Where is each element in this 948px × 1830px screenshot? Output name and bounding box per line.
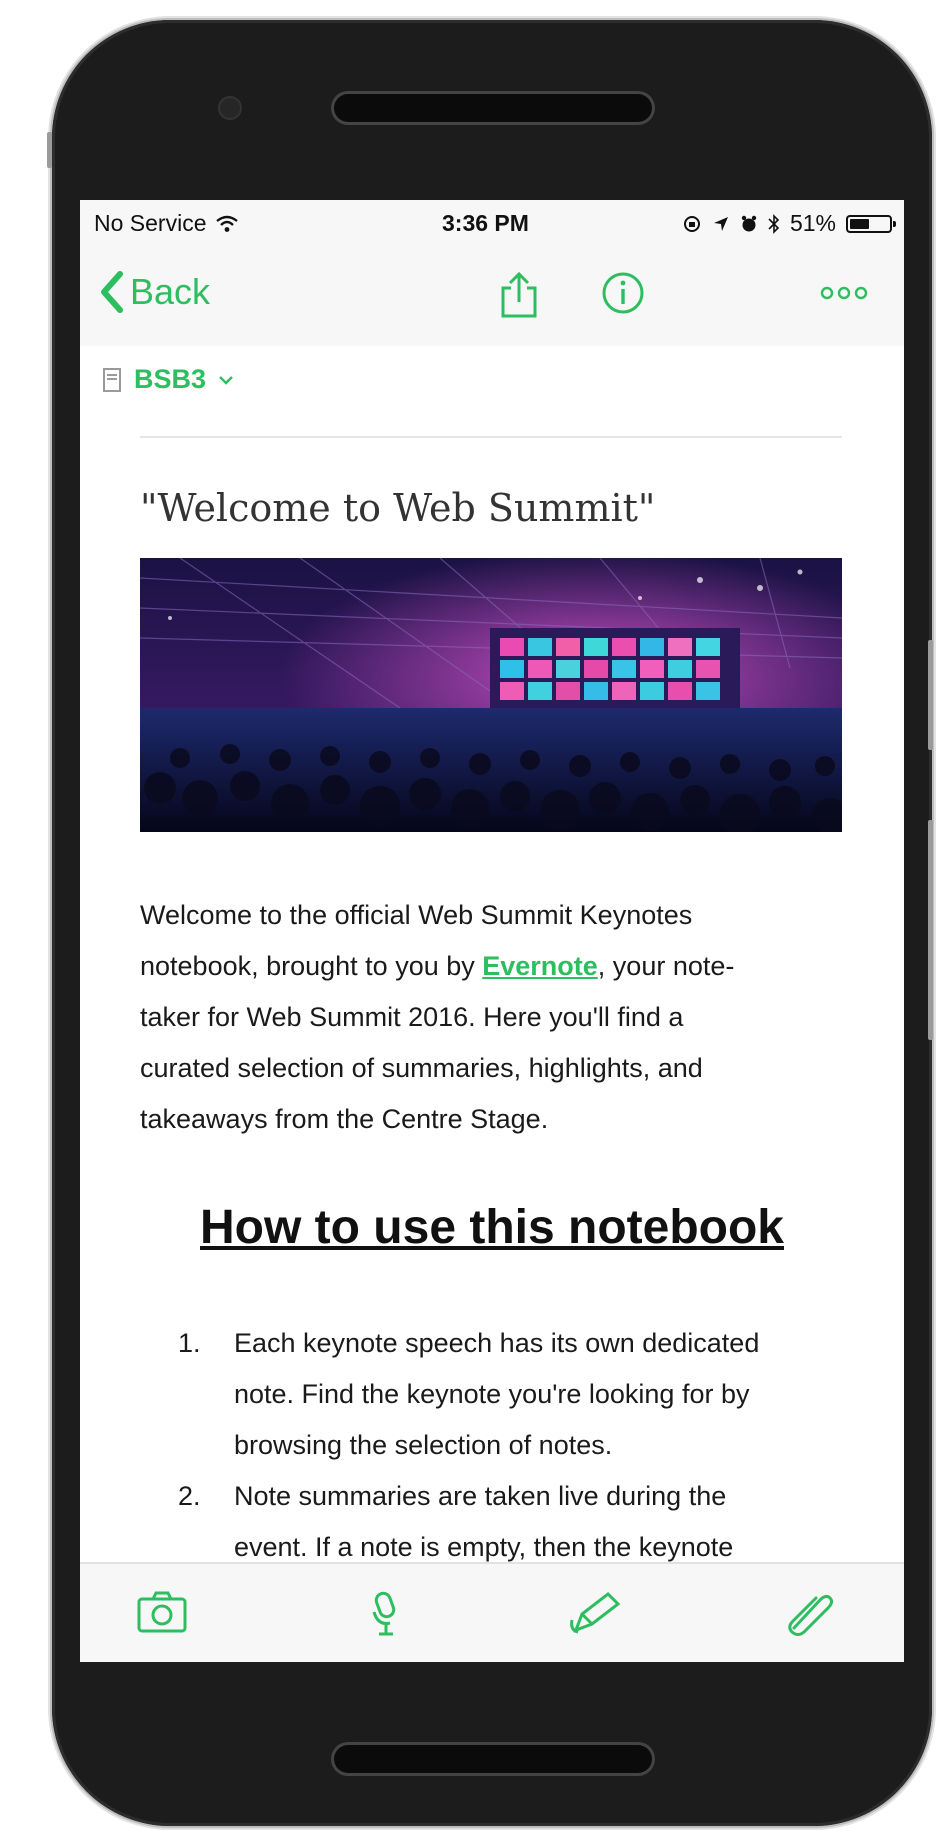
intro-text: , your note- [597, 951, 735, 981]
battery-icon [846, 214, 896, 233]
volume-up-button [928, 640, 933, 750]
intro-line: takeaways from the Centre Stage. [140, 1104, 549, 1134]
microphone-icon[interactable] [366, 1590, 406, 1638]
info-icon[interactable] [600, 270, 646, 316]
rotation-lock-icon [683, 215, 700, 232]
wifi-icon [216, 215, 239, 232]
camera-icon[interactable] [136, 1590, 188, 1634]
intro-line: Welcome to the official Web Summit Keyno… [140, 900, 693, 930]
instructions-list: 1. Each keynote speech has its own dedic… [178, 1318, 838, 1573]
back-button[interactable]: Back [98, 270, 210, 314]
chevron-left-icon [101, 271, 123, 313]
intro-paragraph: Welcome to the official Web Summit Keyno… [140, 890, 840, 1145]
mute-switch [47, 132, 52, 168]
carrier-label: No Service [94, 210, 207, 236]
list-line: browsing the selection of notes. [234, 1430, 613, 1460]
more-icon[interactable] [820, 286, 868, 300]
bottom-speaker [334, 1745, 652, 1773]
list-line: note. Find the keynote you're looking fo… [234, 1379, 750, 1409]
clock: 3:36 PM [442, 210, 529, 236]
intro-line: curated selection of summaries, highligh… [140, 1053, 703, 1083]
evernote-link[interactable]: Evernote [482, 951, 598, 981]
front-camera [218, 96, 242, 120]
list-line: Note summaries are taken live during the [234, 1481, 727, 1511]
battery-percent: 51% [789, 210, 836, 236]
alarm-icon [741, 215, 757, 231]
list-item: 1. Each keynote speech has its own dedic… [178, 1318, 838, 1471]
bluetooth-icon [768, 213, 780, 234]
location-icon [713, 216, 728, 231]
intro-line: notebook, brought to you by Evernote, yo… [140, 941, 840, 992]
navigation-bar: Back [80, 246, 904, 346]
pen-icon[interactable] [568, 1590, 624, 1636]
notebook-icon [103, 367, 121, 392]
keynote-stage-photo [140, 558, 842, 832]
status-bar: No Service 3:36 PM 51% [80, 200, 904, 246]
list-number: 2. [178, 1481, 201, 1511]
list-line: Each keynote speech has its own dedicate… [234, 1328, 760, 1358]
chevron-down-icon [219, 375, 233, 385]
notebook-selector[interactable]: BSB3 [102, 364, 234, 395]
list-number: 1. [178, 1328, 201, 1358]
earpiece-speaker [334, 94, 652, 122]
divider [140, 436, 842, 438]
note-title: "Welcome to Web Summit" [140, 486, 656, 530]
section-heading: How to use this notebook [200, 1201, 784, 1254]
back-label: Back [130, 271, 211, 312]
bottom-toolbar [80, 1562, 904, 1662]
app-screen: No Service 3:36 PM 51% Back BSB3 "Welcom… [80, 200, 904, 1662]
paperclip-icon[interactable] [782, 1590, 834, 1636]
notebook-name: BSB3 [134, 364, 207, 394]
stage-photo-graphic [140, 558, 842, 832]
share-icon[interactable] [498, 270, 540, 320]
power-button [928, 820, 933, 1040]
intro-line: taker for Web Summit 2016. Here you'll f… [140, 1002, 684, 1032]
list-item: 2. Note summaries are taken live during … [178, 1471, 838, 1573]
intro-text: notebook, brought to you by [140, 951, 483, 981]
